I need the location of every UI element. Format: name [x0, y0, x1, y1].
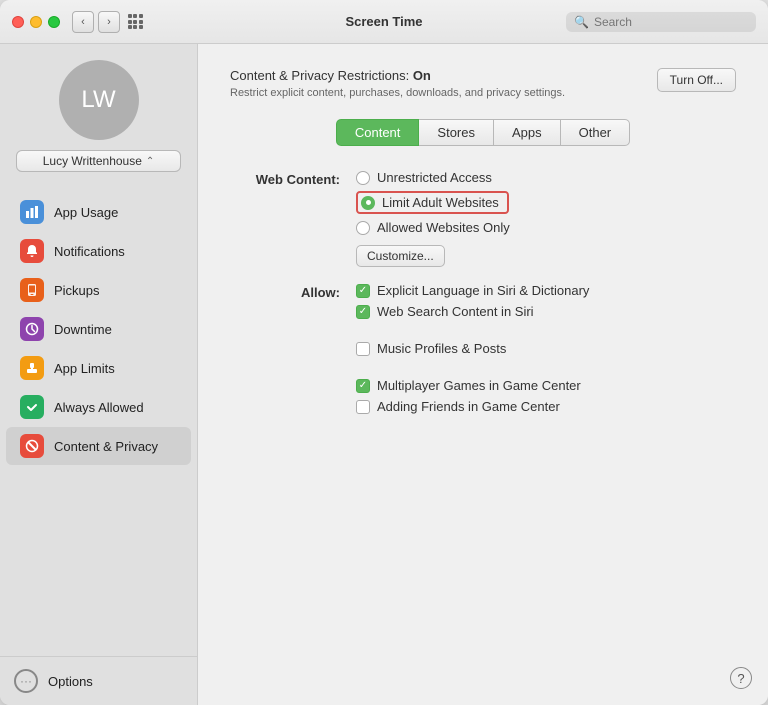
sidebar-label: Downtime: [54, 322, 112, 337]
radio-unrestricted-label: Unrestricted Access: [377, 170, 492, 185]
checkbox-multiplayer-games-box: ✓: [356, 379, 370, 393]
radio-allowed-only-circle: [356, 221, 370, 235]
checkbox-web-search-box: ✓: [356, 305, 370, 319]
user-name: Lucy Writtenhouse: [43, 154, 142, 168]
help-button[interactable]: ?: [730, 667, 752, 689]
pickups-icon: [20, 278, 44, 302]
sidebar-label: App Usage: [54, 205, 118, 220]
sidebar-label: App Limits: [54, 361, 115, 376]
tab-content[interactable]: Content: [336, 119, 420, 146]
sidebar-label: Content & Privacy: [54, 439, 158, 454]
back-button[interactable]: ‹: [72, 11, 94, 33]
allow-label: Allow:: [230, 283, 340, 414]
checkbox-adding-friends-box: [356, 400, 370, 414]
allow-items: ✓ Explicit Language in Siri & Dictionary…: [356, 283, 736, 414]
content-subtitle: Restrict explicit content, purchases, do…: [230, 87, 565, 99]
avatar-section: LW Lucy Writtenhouse ⌃: [0, 60, 197, 188]
radio-limit-adult-label: Limit Adult Websites: [382, 195, 499, 210]
sidebar-label: Notifications: [54, 244, 125, 259]
sidebar-item-notifications[interactable]: Notifications: [6, 232, 191, 270]
content-area: Content & Privacy Restrictions: On Restr…: [198, 44, 768, 705]
radio-limit-adult[interactable]: Limit Adult Websites: [356, 191, 509, 214]
radio-unrestricted[interactable]: Unrestricted Access: [356, 170, 736, 185]
chevron-icon: ⌃: [146, 156, 154, 167]
sidebar-item-downtime[interactable]: Downtime: [6, 310, 191, 348]
tab-stores[interactable]: Stores: [419, 119, 494, 146]
maximize-button[interactable]: [48, 16, 60, 28]
checkbox-music-profiles-label: Music Profiles & Posts: [377, 341, 506, 356]
search-icon: 🔍: [574, 15, 589, 29]
app-usage-icon: [20, 200, 44, 224]
titlebar: ‹ › Screen Time 🔍: [0, 0, 768, 44]
content-header: Content & Privacy Restrictions: On Restr…: [230, 68, 736, 99]
options-icon: ···: [14, 669, 38, 693]
window-title: Screen Time: [345, 14, 422, 29]
checkbox-web-search-label: Web Search Content in Siri: [377, 304, 534, 319]
checkbox-adding-friends[interactable]: Adding Friends in Game Center: [356, 399, 736, 414]
nav-buttons: ‹ ›: [72, 11, 120, 33]
user-selector[interactable]: Lucy Writtenhouse ⌃: [16, 150, 181, 172]
sidebar-label: Pickups: [54, 283, 100, 298]
sidebar-item-pickups[interactable]: Pickups: [6, 271, 191, 309]
traffic-lights: [12, 16, 60, 28]
checkbox-music-profiles-box: [356, 342, 370, 356]
sidebar-nav: App Usage Notifications: [0, 188, 197, 656]
tabs-bar: Content Stores Apps Other: [230, 119, 736, 146]
main-layout: LW Lucy Writtenhouse ⌃ App: [0, 44, 768, 705]
search-input[interactable]: [594, 15, 748, 29]
web-content-section: Web Content: Unrestricted Access Limit A…: [230, 170, 736, 267]
checkbox-multiplayer-games-label: Multiplayer Games in Game Center: [377, 378, 581, 393]
sidebar-item-always-allowed[interactable]: Always Allowed: [6, 388, 191, 426]
checkbox-adding-friends-label: Adding Friends in Game Center: [377, 399, 560, 414]
turn-off-button[interactable]: Turn Off...: [657, 68, 736, 92]
checkbox-music-profiles[interactable]: Music Profiles & Posts: [356, 341, 736, 356]
app-limits-icon: [20, 356, 44, 380]
checkbox-explicit-language-label: Explicit Language in Siri & Dictionary: [377, 283, 589, 298]
options-label: Options: [48, 674, 93, 689]
notifications-icon: [20, 239, 44, 263]
content-privacy-icon: [20, 434, 44, 458]
radio-limit-adult-circle: [361, 196, 375, 210]
web-content-label: Web Content:: [230, 170, 340, 267]
customize-button[interactable]: Customize...: [356, 245, 445, 267]
main-window: ‹ › Screen Time 🔍 LW Lucy Writtenhou: [0, 0, 768, 705]
content-title: Content & Privacy Restrictions: On: [230, 68, 565, 83]
grid-icon: [128, 14, 143, 29]
radio-allowed-only-label: Allowed Websites Only: [377, 220, 510, 235]
forward-button[interactable]: ›: [98, 11, 120, 33]
checkbox-explicit-language[interactable]: ✓ Explicit Language in Siri & Dictionary: [356, 283, 736, 298]
web-content-options: Unrestricted Access Limit Adult Websites…: [356, 170, 736, 267]
avatar: LW: [59, 60, 139, 140]
always-allowed-icon: [20, 395, 44, 419]
grid-button[interactable]: [124, 11, 146, 33]
tab-apps[interactable]: Apps: [494, 119, 561, 146]
sidebar-item-app-limits[interactable]: App Limits: [6, 349, 191, 387]
checkbox-explicit-language-box: ✓: [356, 284, 370, 298]
checkbox-web-search[interactable]: ✓ Web Search Content in Siri: [356, 304, 736, 319]
sidebar-item-app-usage[interactable]: App Usage: [6, 193, 191, 231]
allow-section: Allow: ✓ Explicit Language in Siri & Dic…: [230, 283, 736, 414]
minimize-button[interactable]: [30, 16, 42, 28]
sidebar-item-content-privacy[interactable]: Content & Privacy: [6, 427, 191, 465]
radio-allowed-only[interactable]: Allowed Websites Only: [356, 220, 736, 235]
sidebar-label: Always Allowed: [54, 400, 144, 415]
search-box[interactable]: 🔍: [566, 12, 756, 32]
sidebar: LW Lucy Writtenhouse ⌃ App: [0, 44, 198, 705]
header-text-block: Content & Privacy Restrictions: On Restr…: [230, 68, 565, 99]
sidebar-footer-options[interactable]: ··· Options: [0, 656, 197, 705]
checkbox-multiplayer-games[interactable]: ✓ Multiplayer Games in Game Center: [356, 378, 736, 393]
close-button[interactable]: [12, 16, 24, 28]
tab-other[interactable]: Other: [561, 119, 631, 146]
downtime-icon: [20, 317, 44, 341]
radio-unrestricted-circle: [356, 171, 370, 185]
